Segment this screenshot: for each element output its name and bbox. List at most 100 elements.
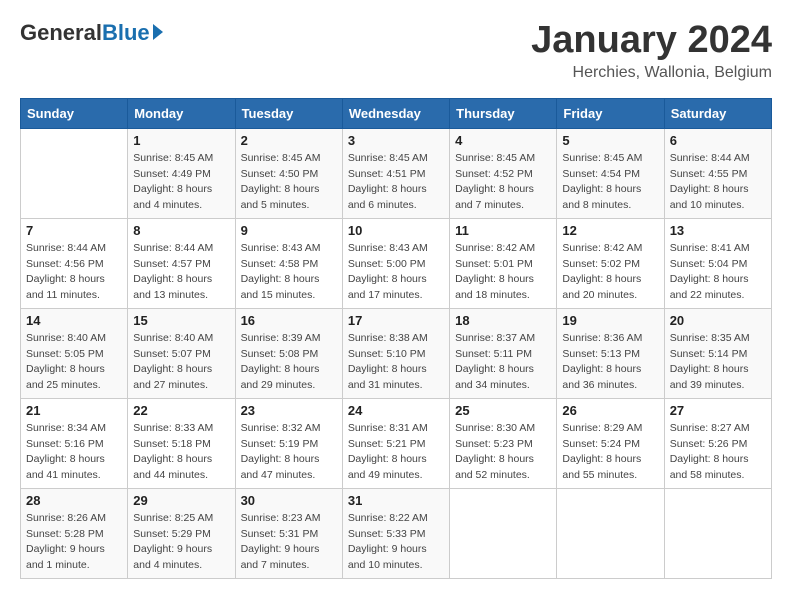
calendar-week-row: 14Sunrise: 8:40 AMSunset: 5:05 PMDayligh… xyxy=(21,308,772,398)
calendar-cell: 28 Sunrise: 8:26 AMSunset: 5:28 PMDayligh… xyxy=(21,488,128,578)
day-number: 27 xyxy=(670,403,766,418)
calendar-cell: 19Sunrise: 8:36 AMSunset: 5:13 PMDayligh… xyxy=(557,308,664,398)
day-info: Sunrise: 8:23 AMSunset: 5:31 PMDaylight:… xyxy=(241,511,337,574)
calendar-table: SundayMondayTuesdayWednesdayThursdayFrid… xyxy=(20,98,772,579)
month-title: January 2024 xyxy=(531,20,772,62)
day-number: 18 xyxy=(455,313,551,328)
day-info: Sunrise: 8:30 AMSunset: 5:23 PMDaylight:… xyxy=(455,421,551,484)
day-info: Sunrise: 8:44 AMSunset: 4:55 PMDaylight:… xyxy=(670,151,766,214)
day-info: Sunrise: 8:45 AMSunset: 4:52 PMDaylight:… xyxy=(455,151,551,214)
day-number: 4 xyxy=(455,133,551,148)
calendar-cell: 2Sunrise: 8:45 AMSunset: 4:50 PMDaylight… xyxy=(235,128,342,218)
day-number: 6 xyxy=(670,133,766,148)
calendar-cell: 21Sunrise: 8:34 AMSunset: 5:16 PMDayligh… xyxy=(21,398,128,488)
header-thursday: Thursday xyxy=(450,98,557,128)
day-number: 16 xyxy=(241,313,337,328)
day-info: Sunrise: 8:32 AMSunset: 5:19 PMDaylight:… xyxy=(241,421,337,484)
day-info: Sunrise: 8:43 AMSunset: 5:00 PMDaylight:… xyxy=(348,241,444,304)
day-number: 11 xyxy=(455,223,551,238)
calendar-cell: 9Sunrise: 8:43 AMSunset: 4:58 PMDaylight… xyxy=(235,218,342,308)
day-info: Sunrise: 8:41 AMSunset: 5:04 PMDaylight:… xyxy=(670,241,766,304)
day-info: Sunrise: 8:26 AMSunset: 5:28 PMDaylight:… xyxy=(26,511,122,574)
day-number: 13 xyxy=(670,223,766,238)
header-monday: Monday xyxy=(128,98,235,128)
page-header: General Blue January 2024 Herchies, Wall… xyxy=(20,20,772,82)
day-info: Sunrise: 8:40 AMSunset: 5:07 PMDaylight:… xyxy=(133,331,229,394)
calendar-cell: 18 Sunrise: 8:37 AMSunset: 5:11 PMDayligh… xyxy=(450,308,557,398)
day-info: Sunrise: 8:42 AMSunset: 5:02 PMDaylight:… xyxy=(562,241,658,304)
day-number: 5 xyxy=(562,133,658,148)
calendar-week-row: 7 Sunrise: 8:44 AMSunset: 4:56 PMDaylight… xyxy=(21,218,772,308)
day-number: 22 xyxy=(133,403,229,418)
calendar-cell: 3 Sunrise: 8:45 AMSunset: 4:51 PMDaylight… xyxy=(342,128,449,218)
day-info: Sunrise: 8:45 AMSunset: 4:54 PMDaylight:… xyxy=(562,151,658,214)
day-info: Sunrise: 8:39 AMSunset: 5:08 PMDaylight:… xyxy=(241,331,337,394)
header-saturday: Saturday xyxy=(664,98,771,128)
day-info: Sunrise: 8:36 AMSunset: 5:13 PMDaylight:… xyxy=(562,331,658,394)
calendar-cell: 25 Sunrise: 8:30 AMSunset: 5:23 PMDayligh… xyxy=(450,398,557,488)
day-info: Sunrise: 8:35 AMSunset: 5:14 PMDaylight:… xyxy=(670,331,766,394)
logo-arrow-icon xyxy=(153,24,163,40)
day-info: Sunrise: 8:37 AMSunset: 5:11 PMDaylight:… xyxy=(455,331,551,394)
day-number: 29 xyxy=(133,493,229,508)
day-info: Sunrise: 8:29 AMSunset: 5:24 PMDaylight:… xyxy=(562,421,658,484)
day-number: 8 xyxy=(133,223,229,238)
day-info: Sunrise: 8:44 AMSunset: 4:57 PMDaylight:… xyxy=(133,241,229,304)
calendar-cell: 1 Sunrise: 8:45 AMSunset: 4:49 PMDaylight… xyxy=(128,128,235,218)
calendar-cell: 11 Sunrise: 8:42 AMSunset: 5:01 PMDayligh… xyxy=(450,218,557,308)
day-number: 24 xyxy=(348,403,444,418)
calendar-cell: 5 Sunrise: 8:45 AMSunset: 4:54 PMDaylight… xyxy=(557,128,664,218)
calendar-cell xyxy=(21,128,128,218)
day-info: Sunrise: 8:25 AMSunset: 5:29 PMDaylight:… xyxy=(133,511,229,574)
calendar-cell: 22 Sunrise: 8:33 AMSunset: 5:18 PMDayligh… xyxy=(128,398,235,488)
day-number: 15 xyxy=(133,313,229,328)
day-number: 25 xyxy=(455,403,551,418)
calendar-cell: 24 Sunrise: 8:31 AMSunset: 5:21 PMDayligh… xyxy=(342,398,449,488)
day-number: 1 xyxy=(133,133,229,148)
calendar-cell: 4 Sunrise: 8:45 AMSunset: 4:52 PMDaylight… xyxy=(450,128,557,218)
day-number: 30 xyxy=(241,493,337,508)
day-number: 26 xyxy=(562,403,658,418)
calendar-cell: 15 Sunrise: 8:40 AMSunset: 5:07 PMDayligh… xyxy=(128,308,235,398)
day-number: 31 xyxy=(348,493,444,508)
day-info: Sunrise: 8:42 AMSunset: 5:01 PMDaylight:… xyxy=(455,241,551,304)
day-number: 17 xyxy=(348,313,444,328)
day-info: Sunrise: 8:45 AMSunset: 4:49 PMDaylight:… xyxy=(133,151,229,214)
calendar-cell: 16 Sunrise: 8:39 AMSunset: 5:08 PMDayligh… xyxy=(235,308,342,398)
day-number: 28 xyxy=(26,493,122,508)
day-info: Sunrise: 8:45 AMSunset: 4:51 PMDaylight:… xyxy=(348,151,444,214)
calendar-cell xyxy=(557,488,664,578)
title-section: January 2024 Herchies, Wallonia, Belgium xyxy=(531,20,772,82)
day-info: Sunrise: 8:31 AMSunset: 5:21 PMDaylight:… xyxy=(348,421,444,484)
calendar-cell: 29 Sunrise: 8:25 AMSunset: 5:29 PMDayligh… xyxy=(128,488,235,578)
calendar-cell: 26 Sunrise: 8:29 AMSunset: 5:24 PMDayligh… xyxy=(557,398,664,488)
logo: General Blue xyxy=(20,20,163,46)
day-info: Sunrise: 8:33 AMSunset: 5:18 PMDaylight:… xyxy=(133,421,229,484)
day-number: 9 xyxy=(241,223,337,238)
header-sunday: Sunday xyxy=(21,98,128,128)
calendar-cell: 10 Sunrise: 8:43 AMSunset: 5:00 PMDayligh… xyxy=(342,218,449,308)
header-wednesday: Wednesday xyxy=(342,98,449,128)
calendar-cell: 20 Sunrise: 8:35 AMSunset: 5:14 PMDayligh… xyxy=(664,308,771,398)
day-info: Sunrise: 8:22 AMSunset: 5:33 PMDaylight:… xyxy=(348,511,444,574)
calendar-cell: 14Sunrise: 8:40 AMSunset: 5:05 PMDayligh… xyxy=(21,308,128,398)
day-number: 23 xyxy=(241,403,337,418)
calendar-cell xyxy=(450,488,557,578)
day-number: 12 xyxy=(562,223,658,238)
calendar-cell: 17Sunrise: 8:38 AMSunset: 5:10 PMDayligh… xyxy=(342,308,449,398)
calendar-cell: 6 Sunrise: 8:44 AMSunset: 4:55 PMDaylight… xyxy=(664,128,771,218)
location-subtitle: Herchies, Wallonia, Belgium xyxy=(531,64,772,82)
calendar-cell: 27 Sunrise: 8:27 AMSunset: 5:26 PMDayligh… xyxy=(664,398,771,488)
calendar-cell: 7 Sunrise: 8:44 AMSunset: 4:56 PMDaylight… xyxy=(21,218,128,308)
day-number: 7 xyxy=(26,223,122,238)
day-info: Sunrise: 8:45 AMSunset: 4:50 PMDaylight:… xyxy=(241,151,337,214)
calendar-week-row: 21Sunrise: 8:34 AMSunset: 5:16 PMDayligh… xyxy=(21,398,772,488)
day-number: 3 xyxy=(348,133,444,148)
day-number: 10 xyxy=(348,223,444,238)
day-info: Sunrise: 8:44 AMSunset: 4:56 PMDaylight:… xyxy=(26,241,122,304)
calendar-cell: 8 Sunrise: 8:44 AMSunset: 4:57 PMDaylight… xyxy=(128,218,235,308)
day-number: 21 xyxy=(26,403,122,418)
logo-blue-text: Blue xyxy=(102,20,150,46)
day-number: 20 xyxy=(670,313,766,328)
day-info: Sunrise: 8:27 AMSunset: 5:26 PMDaylight:… xyxy=(670,421,766,484)
